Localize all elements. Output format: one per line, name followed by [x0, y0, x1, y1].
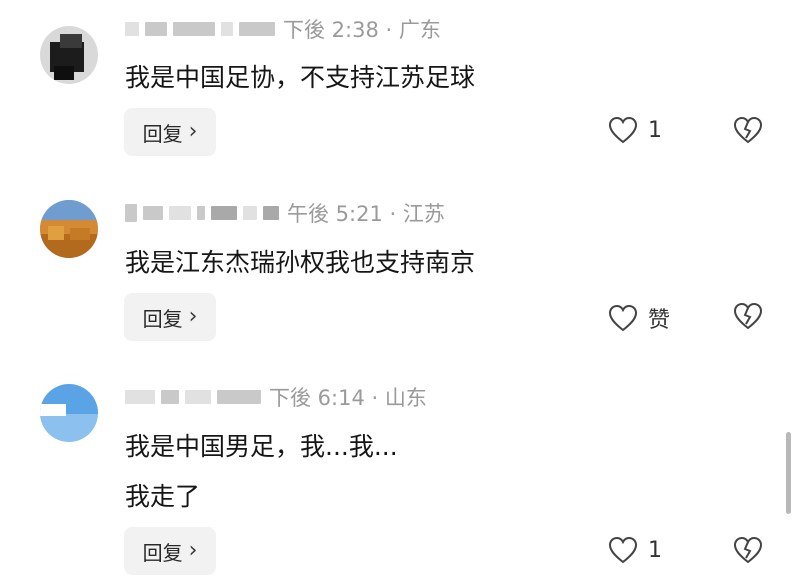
- comment-text: 我走了: [125, 482, 201, 511]
- chevron-right-icon: ›: [188, 538, 198, 563]
- dislike-button[interactable]: [733, 116, 763, 148]
- blurred-username: [143, 206, 163, 220]
- reply-label: 回复: [142, 121, 183, 146]
- reply-button[interactable]: 回复 ›: [124, 108, 216, 156]
- blurred-username: [263, 206, 279, 220]
- like-count: 赞: [648, 308, 671, 333]
- broken-heart-icon: [733, 536, 763, 564]
- blurred-username: [173, 22, 215, 36]
- blurred-username: [169, 206, 191, 220]
- blurred-username: [239, 22, 275, 36]
- blurred-username: [125, 22, 139, 36]
- reply-label: 回复: [142, 540, 183, 565]
- blue-sky-avatar-icon: [40, 384, 98, 442]
- like-button[interactable]: 赞: [608, 302, 670, 334]
- blurred-username: [197, 206, 205, 220]
- dislike-button[interactable]: [733, 302, 763, 334]
- like-count: 1: [648, 117, 662, 143]
- heart-outline-icon: [608, 116, 638, 144]
- blurred-username: [185, 390, 211, 404]
- blurred-username: [161, 390, 179, 404]
- comment-timestamp: 下後 6:14 · 山东: [269, 386, 427, 410]
- blurred-username: [145, 22, 167, 36]
- comment-timestamp: 午後 5:21 · 江苏: [287, 202, 445, 226]
- blurred-username: [125, 390, 155, 404]
- comment-text: 我是中国足协，不支持江苏足球: [125, 63, 476, 92]
- blurred-username: [243, 206, 257, 220]
- heart-outline-icon: [608, 536, 638, 564]
- like-button[interactable]: 1: [608, 536, 662, 564]
- comment-timestamp: 下後 2:38 · 广东: [283, 18, 441, 42]
- broken-heart-icon: [733, 116, 763, 144]
- reply-label: 回复: [142, 306, 183, 331]
- reply-button[interactable]: 回复 ›: [124, 293, 216, 341]
- heart-outline-icon: [608, 304, 638, 332]
- avatar[interactable]: [40, 26, 98, 84]
- blurred-username: [211, 206, 237, 220]
- comment-text: 我是江东杰瑞孙权我也支持南京: [125, 248, 476, 277]
- dislike-button[interactable]: [733, 536, 763, 568]
- chevron-right-icon: ›: [188, 119, 198, 144]
- avatar[interactable]: [40, 200, 98, 258]
- scrollbar[interactable]: [786, 432, 791, 514]
- avatar[interactable]: [40, 384, 98, 442]
- blurred-username: [217, 390, 261, 404]
- reply-button[interactable]: 回复 ›: [124, 527, 216, 575]
- broken-heart-icon: [733, 302, 763, 330]
- sunset-landscape-avatar-icon: [40, 200, 98, 258]
- blurred-username: [221, 22, 233, 36]
- comment-meta: 午後 5:21 · 江苏: [125, 198, 445, 228]
- comment-meta: 下後 2:38 · 广东: [125, 14, 441, 44]
- chevron-right-icon: ›: [188, 304, 198, 329]
- comment-text: 我是中国男足，我...我...: [125, 432, 398, 461]
- comment-meta: 下後 6:14 · 山东: [125, 382, 427, 412]
- like-count: 1: [648, 537, 662, 563]
- dark-blurred-avatar-icon: [40, 26, 98, 84]
- like-button[interactable]: 1: [608, 116, 662, 144]
- blurred-username: [125, 204, 137, 222]
